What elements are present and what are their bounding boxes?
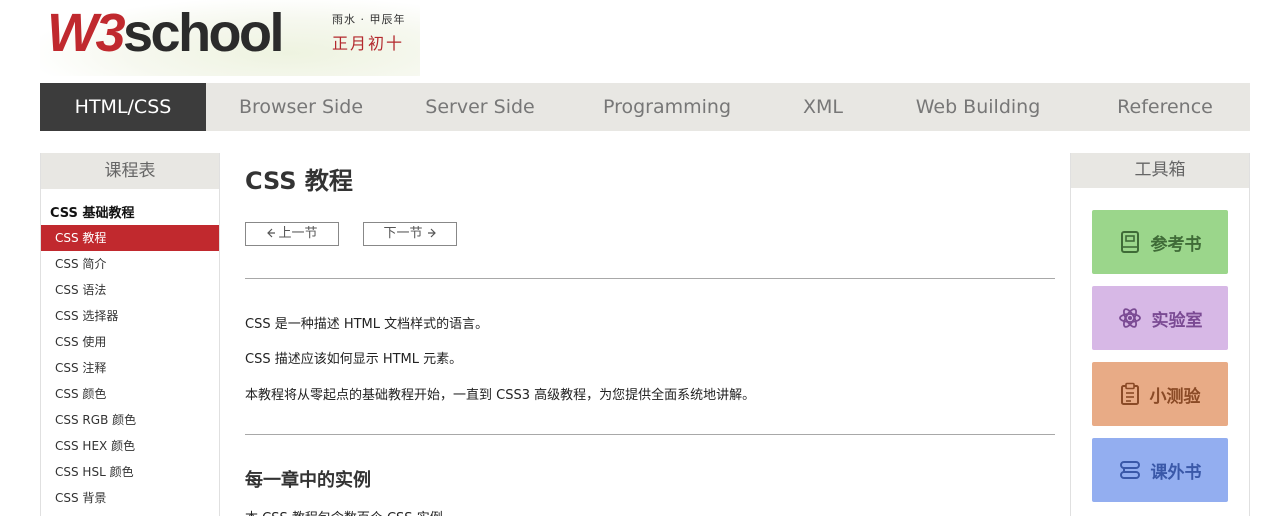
- toolbox-sidebar: 工具箱 参考书 实验室 小测验 课外书: [1070, 153, 1250, 516]
- sidebar-title: 课程表: [41, 153, 219, 189]
- sidebar-item-css-comments[interactable]: CSS 注释: [41, 355, 219, 381]
- clipboard-icon: [1120, 382, 1139, 405]
- sidebar-item-css-colors[interactable]: CSS 颜色: [41, 381, 219, 407]
- extra-books-button[interactable]: 课外书: [1092, 438, 1228, 502]
- sidebar-item-css-syntax[interactable]: CSS 语法: [41, 277, 219, 303]
- sidebar-item-css-rgb[interactable]: CSS RGB 颜色: [41, 407, 219, 433]
- nav-item-reference[interactable]: Reference: [1080, 83, 1250, 131]
- sidebar-item-css-tutorial[interactable]: CSS 教程: [41, 225, 219, 251]
- next-button[interactable]: 下一节: [363, 222, 457, 246]
- reference-label: 参考书: [1150, 234, 1202, 255]
- sidebar-item-css-background[interactable]: CSS 背景: [41, 485, 219, 511]
- nav-item-browser-side[interactable]: Browser Side: [206, 83, 396, 131]
- quiz-label: 小测验: [1149, 386, 1201, 407]
- intro-paragraph-1: CSS 是一种描述 HTML 文档样式的语言。: [245, 317, 489, 332]
- main-nav: HTML/CSS Browser Side Server Side Progra…: [40, 83, 1250, 131]
- books-icon: [1119, 461, 1140, 479]
- nav-item-xml[interactable]: XML: [770, 83, 876, 131]
- toolbox-title: 工具箱: [1071, 153, 1249, 188]
- intro-paragraph-2: CSS 描述应该如何显示 HTML 元素。: [245, 352, 463, 367]
- lab-label: 实验室: [1151, 310, 1203, 331]
- nav-item-server-side[interactable]: Server Side: [396, 83, 564, 131]
- sidebar-item-css-selectors[interactable]: CSS 选择器: [41, 303, 219, 329]
- divider: [245, 434, 1055, 435]
- divider: [245, 278, 1055, 279]
- intro-paragraph-3: 本教程将从零起点的基础教程开始，一直到 CSS3 高级教程，为您提供全面系统地讲…: [245, 388, 756, 403]
- logo-school: school: [123, 3, 285, 63]
- nav-item-html-css[interactable]: HTML/CSS: [40, 83, 206, 131]
- extra-books-label: 课外书: [1150, 462, 1202, 483]
- section-paragraph: 本 CSS 教程包含数百个 CSS 实例。: [245, 507, 456, 516]
- section-heading: 每一章中的实例: [245, 470, 371, 491]
- arrow-left-icon: [267, 228, 276, 238]
- sidebar-section-heading: CSS 基础教程: [50, 206, 135, 221]
- sidebar-item-css-hex[interactable]: CSS HEX 颜色: [41, 433, 219, 459]
- book-icon: [1120, 231, 1139, 253]
- prev-button-label: 上一节: [278, 226, 318, 241]
- lunar-date: 正月初十: [332, 34, 405, 53]
- reference-button[interactable]: 参考书: [1092, 210, 1228, 274]
- logo-w3: W3: [47, 3, 126, 63]
- lab-button[interactable]: 实验室: [1092, 286, 1228, 350]
- quiz-button[interactable]: 小测验: [1092, 362, 1228, 426]
- arrow-right-icon: [427, 228, 436, 238]
- w3school-logo[interactable]: W3school: [47, 2, 285, 64]
- sidebar-item-css-intro[interactable]: CSS 简介: [41, 251, 219, 277]
- sidebar-item-css-hsl[interactable]: CSS HSL 颜色: [41, 459, 219, 485]
- main-content: CSS 教程 上一节 下一节 CSS 是一种描述 HTML 文档样式的语言。 C…: [245, 153, 1055, 516]
- prev-button[interactable]: 上一节: [245, 222, 339, 246]
- nav-item-web-building[interactable]: Web Building: [876, 83, 1080, 131]
- solar-term-date: 雨水 · 甲辰年: [332, 13, 406, 26]
- atom-icon: [1118, 308, 1141, 328]
- sidebar-item-css-howto[interactable]: CSS 使用: [41, 329, 219, 355]
- page-title: CSS 教程: [245, 167, 353, 195]
- course-sidebar: 课程表 CSS 基础教程 CSS 教程 CSS 简介 CSS 语法 CSS 选择…: [40, 153, 220, 516]
- next-button-label: 下一节: [383, 226, 423, 241]
- nav-item-programming[interactable]: Programming: [564, 83, 770, 131]
- site-header: W3school 雨水 · 甲辰年 正月初十: [0, 0, 1273, 83]
